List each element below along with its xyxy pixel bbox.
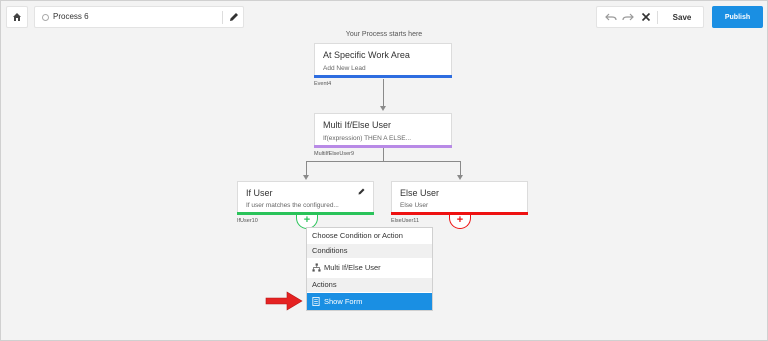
divider	[222, 11, 223, 24]
publish-button[interactable]: Publish	[712, 6, 763, 28]
hierarchy-icon	[312, 263, 321, 272]
node-title: If User	[246, 188, 273, 198]
node-subtitle: If user matches the configured...	[246, 202, 339, 209]
node-title: Else User	[400, 188, 440, 198]
start-node[interactable]: At Specific Work Area Add New Lead	[314, 43, 452, 78]
start-label: Your Process starts here	[345, 31, 423, 38]
actions-section-label: Actions	[307, 278, 432, 292]
home-icon	[13, 13, 21, 21]
process-name: Process 6	[53, 12, 89, 21]
if-user-node[interactable]: If User If user matches the configured..…	[237, 181, 374, 215]
process-title-field[interactable]: Process 6	[34, 6, 244, 28]
menu-item-show-form[interactable]: Show Form	[307, 293, 432, 310]
process-designer: Process 6 Save Publish Your Process star…	[0, 0, 768, 341]
node-subtitle: Else User	[400, 202, 429, 209]
node-title: Multi If/Else User	[323, 120, 392, 130]
menu-item-multi-if-else[interactable]: Multi If/Else User	[307, 259, 432, 276]
conditions-section-label: Conditions	[307, 244, 432, 258]
choose-condition-menu: Choose Condition or Action Conditions Mu…	[306, 227, 433, 311]
node-color-bar	[314, 75, 452, 78]
multi-if-else-node[interactable]: Multi If/Else User If(expression) THEN A…	[314, 113, 452, 148]
save-button[interactable]: Save	[661, 7, 703, 27]
toolbar: Save	[596, 6, 704, 28]
plus-icon: +	[456, 214, 464, 226]
connector-line	[383, 147, 384, 161]
plus-icon: +	[303, 214, 311, 226]
close-icon[interactable]	[640, 11, 652, 23]
node-id: ElseUser11	[391, 218, 420, 224]
else-user-node[interactable]: Else User Else User	[391, 181, 528, 215]
home-button[interactable]	[6, 6, 28, 28]
pencil-icon[interactable]	[357, 187, 366, 196]
pencil-icon[interactable]	[228, 11, 240, 23]
arrow-head	[457, 175, 463, 180]
arrow-head	[380, 106, 386, 111]
connector-line	[383, 79, 384, 107]
undo-icon[interactable]	[605, 11, 617, 23]
node-color-bar	[314, 145, 452, 148]
redo-icon[interactable]	[622, 11, 634, 23]
arrow-icon	[265, 291, 303, 311]
form-icon	[312, 297, 320, 306]
status-dot-icon	[42, 14, 49, 21]
node-title: At Specific Work Area	[323, 50, 410, 60]
divider	[657, 11, 658, 24]
menu-item-label: Multi If/Else User	[324, 263, 381, 272]
connector-line	[306, 161, 307, 176]
menu-item-label: Show Form	[324, 297, 363, 306]
node-id: IfUser10	[237, 218, 258, 224]
connector-line	[460, 161, 461, 176]
connector-line	[306, 161, 460, 162]
node-subtitle: Add New Lead	[323, 65, 366, 72]
arrow-head	[303, 175, 309, 180]
node-id: Event4	[314, 81, 332, 87]
node-subtitle: If(expression) THEN A ELSE...	[323, 135, 412, 142]
node-id: MultiIfElseUser9	[314, 151, 355, 157]
add-step-button[interactable]: +	[449, 215, 471, 229]
menu-heading: Choose Condition or Action	[312, 231, 403, 240]
